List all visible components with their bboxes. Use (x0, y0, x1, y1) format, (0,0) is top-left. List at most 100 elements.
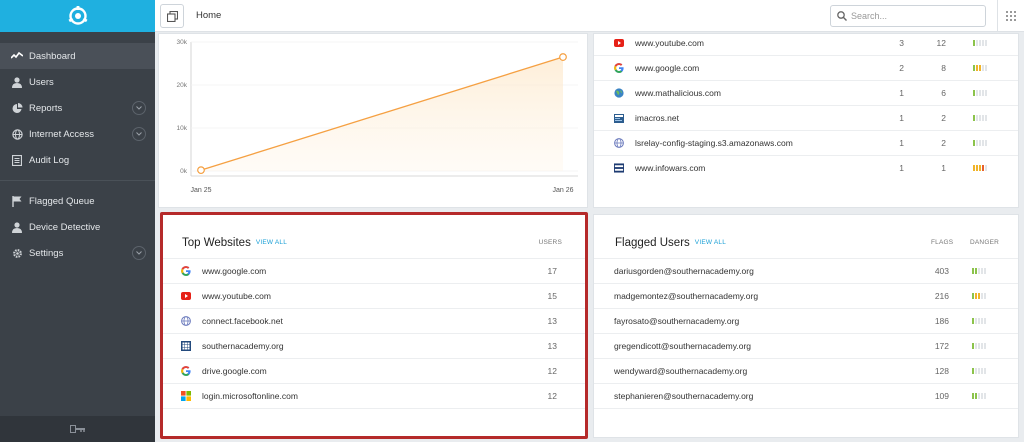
sidebar-item-label: Flagged Queue (29, 195, 95, 207)
logo-icon (68, 6, 87, 25)
sidebar-item-dashboard[interactable]: Dashboard (0, 43, 155, 69)
copy-icon (166, 10, 178, 22)
microsoft-icon (181, 391, 191, 401)
website-row[interactable]: www.youtube.com 3 12 (594, 34, 1018, 55)
sidebar-item-settings[interactable]: Settings (0, 240, 155, 266)
globe-icon (11, 128, 23, 140)
website-name: www.google.com (635, 63, 700, 73)
sidebar-item-reports[interactable]: Reports (0, 95, 155, 121)
website-row[interactable]: imacros.net 1 2 (594, 105, 1018, 130)
chevron-down-icon[interactable] (132, 127, 146, 141)
danger-meter (972, 368, 986, 374)
website-row[interactable]: www.infowars.com 1 1 (594, 155, 1018, 180)
sidebar: Dashboard Users Reports Internet Access … (0, 0, 155, 442)
data-point[interactable] (559, 53, 567, 61)
visit-count-b: 8 (941, 63, 946, 73)
flagged-user-row[interactable]: gregendicott@southernacademy.org 172 (594, 333, 1018, 358)
search-input[interactable] (851, 11, 971, 21)
google-icon (614, 63, 624, 73)
user-icon (11, 221, 23, 233)
website-name: lsrelay-config-staging.s3.amazonaws.com (635, 138, 793, 148)
user-icon (11, 76, 23, 88)
danger-meter (972, 293, 986, 299)
flag-count: 172 (934, 341, 949, 351)
sidebar-item-label: Device Detective (29, 221, 101, 233)
sidebar-item-internet-access[interactable]: Internet Access (0, 121, 155, 147)
flagged-user-row[interactable]: fayrosato@southernacademy.org 186 (594, 308, 1018, 333)
flag-count: 109 (934, 391, 949, 401)
brand-logo[interactable] (0, 0, 155, 32)
user-count: 12 (547, 366, 557, 376)
sidebar-item-device-detective[interactable]: Device Detective (0, 214, 155, 240)
window-toggle-button[interactable] (160, 4, 184, 28)
flagged-user-row[interactable]: dariusgorden@southernacademy.org 403 (594, 258, 1018, 283)
flagged-user-row[interactable]: stephanieren@southernacademy.org 109 (594, 383, 1018, 408)
website-row[interactable]: www.google.com 2 8 (594, 55, 1018, 80)
flagged-users-panel: Flagged Users VIEW ALL FLAGS DANGER dariu… (593, 214, 1019, 438)
website-row[interactable]: southernacademy.org 13 (161, 333, 586, 358)
recent-websites-panel: www.youtube.com 3 12 www.google.com 2 8 www.ma… (593, 33, 1019, 208)
visit-count-a: 1 (899, 88, 904, 98)
website-row[interactable]: www.mathalicious.com 1 6 (594, 80, 1018, 105)
flagged-user-row[interactable]: wendyward@southernacademy.org 128 (594, 358, 1018, 383)
activity-icon (11, 50, 23, 62)
top-websites-title: Top Websites VIEW ALL (182, 237, 287, 249)
building-icon (181, 341, 191, 351)
flags-column-header: FLAGS (931, 239, 954, 246)
user-email: madgemontez@southernacademy.org (614, 291, 759, 301)
youtube-icon (181, 291, 191, 301)
user-count: 17 (547, 266, 557, 276)
website-row[interactable]: www.google.com 17 (161, 258, 586, 283)
sidebar-collapse-toggle[interactable] (0, 416, 155, 442)
youtube-icon (614, 38, 624, 48)
sidebar-item-label: Audit Log (29, 154, 70, 166)
danger-meter (973, 90, 987, 96)
infowars-icon (614, 163, 624, 173)
website-row[interactable]: drive.google.com 12 (161, 358, 586, 383)
visit-count-a: 2 (899, 63, 904, 73)
breadcrumb[interactable]: Home (196, 10, 221, 21)
view-all-link[interactable]: VIEW ALL (695, 239, 726, 246)
sidebar-item-users[interactable]: Users (0, 69, 155, 95)
user-email: gregendicott@southernacademy.org (614, 341, 751, 351)
danger-meter (972, 318, 986, 324)
danger-meter (972, 393, 986, 399)
search-box[interactable] (830, 5, 986, 27)
danger-meter (973, 65, 987, 71)
top-websites-panel: Top Websites VIEW ALL USERS www.google.co… (160, 214, 587, 438)
website-row[interactable]: www.youtube.com 15 (161, 283, 586, 308)
user-count: 12 (547, 391, 557, 401)
sidebar-item-label: Users (29, 76, 54, 88)
apps-button[interactable] (997, 0, 1024, 32)
danger-meter (972, 268, 986, 274)
user-email: wendyward@southernacademy.org (614, 366, 748, 376)
flag-count: 128 (934, 366, 949, 376)
data-point[interactable] (197, 166, 205, 175)
website-row[interactable]: lsrelay-config-staging.s3.amazonaws.com 1… (594, 130, 1018, 155)
list-icon (11, 154, 23, 166)
website-name: www.mathalicious.com (635, 88, 721, 98)
y-tick-label: 20k (177, 82, 188, 89)
chevron-down-icon[interactable] (132, 246, 146, 260)
flag-count: 186 (934, 316, 949, 326)
view-all-link[interactable]: VIEW ALL (256, 239, 287, 246)
chevron-down-icon[interactable] (132, 101, 146, 115)
user-email: dariusgorden@southernacademy.org (614, 266, 754, 276)
web-icon (614, 138, 624, 148)
website-row[interactable]: connect.facebook.net 13 (161, 308, 586, 333)
usage-line-chart: 30k 20k 10k 0k Jan 25 Jan 26 (177, 39, 578, 194)
sidebar-item-flagged-queue[interactable]: Flagged Queue (0, 188, 155, 214)
x-tick-label: Jan 26 (552, 187, 573, 194)
panel-title-text: Top Websites (182, 237, 251, 249)
danger-meter (973, 115, 987, 121)
website-row[interactable]: login.microsoftonline.com 12 (161, 383, 586, 408)
flagged-user-row[interactable]: madgemontez@southernacademy.org 216 (594, 283, 1018, 308)
imacros-icon (614, 113, 624, 123)
user-count: 13 (547, 341, 557, 351)
visit-count-a: 1 (899, 113, 904, 123)
website-name: www.google.com (202, 266, 267, 276)
sidebar-item-audit-log[interactable]: Audit Log (0, 147, 155, 173)
website-name: login.microsoftonline.com (202, 391, 298, 401)
website-name: connect.facebook.net (202, 316, 283, 326)
flagged-users-title: Flagged Users VIEW ALL (615, 237, 726, 249)
